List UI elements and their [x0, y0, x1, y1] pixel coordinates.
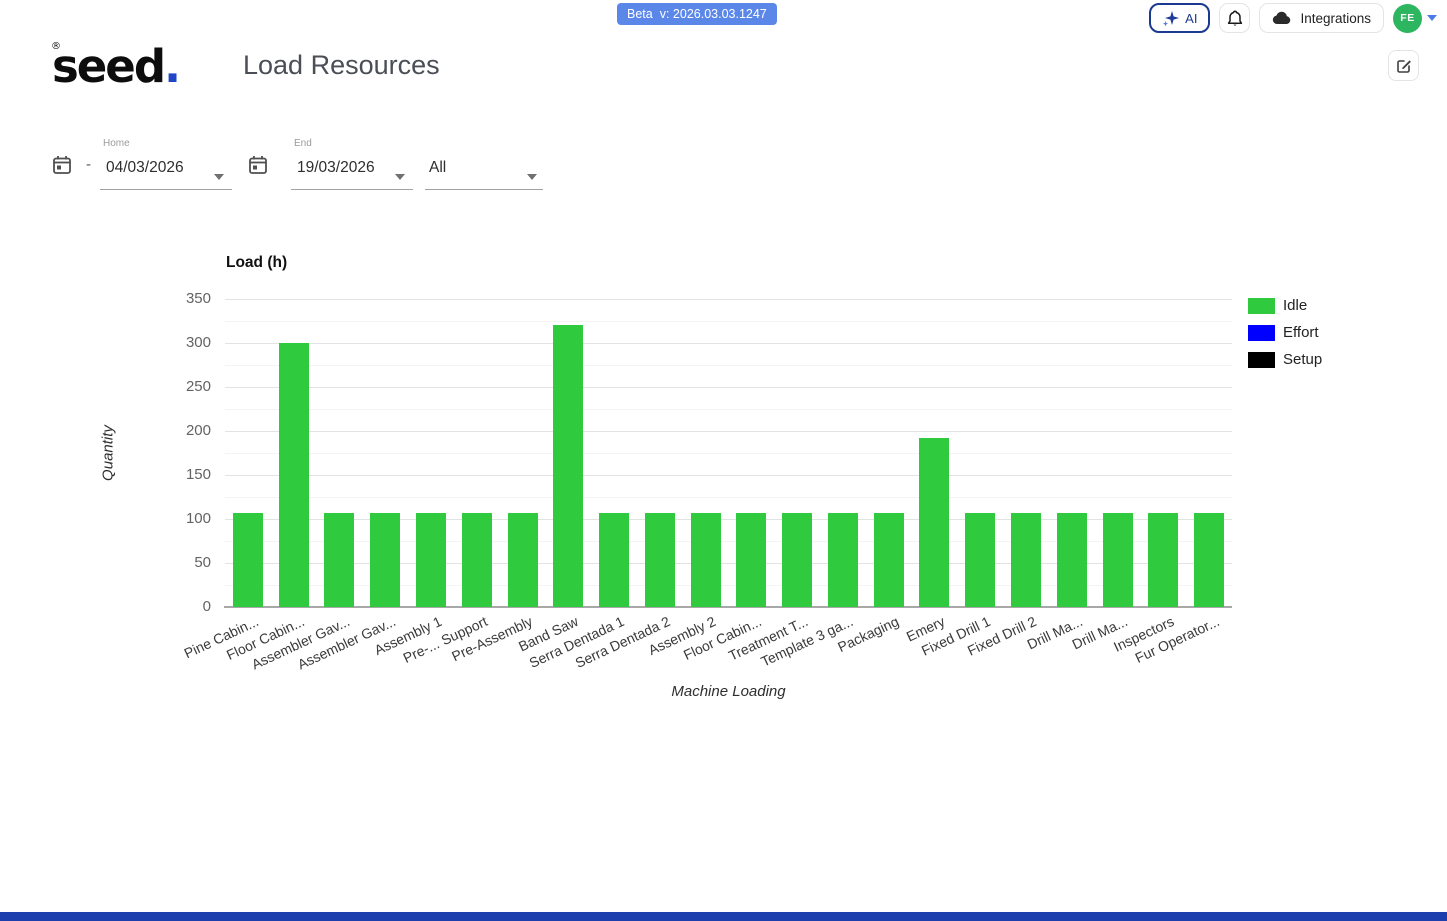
legend-swatch	[1248, 325, 1275, 341]
bar-idle[interactable]	[233, 513, 263, 607]
legend-item-effort[interactable]: Effort	[1248, 324, 1322, 341]
major-gridline	[225, 431, 1232, 432]
major-gridline	[225, 299, 1232, 300]
minor-gridline	[225, 497, 1232, 498]
bar-idle[interactable]	[782, 513, 812, 607]
legend-label: Idle	[1283, 297, 1307, 314]
bar-idle[interactable]	[324, 513, 354, 607]
minor-gridline	[225, 365, 1232, 366]
chart-legend: Idle Effort Setup	[1248, 297, 1322, 378]
y-axis-tick-label: 350	[151, 290, 211, 307]
bar-idle[interactable]	[919, 438, 949, 607]
bar-idle[interactable]	[370, 513, 400, 607]
bar-idle[interactable]	[1194, 513, 1224, 607]
legend-item-setup[interactable]: Setup	[1248, 351, 1322, 368]
minor-gridline	[225, 409, 1232, 410]
bar-idle[interactable]	[736, 513, 766, 607]
major-gridline	[225, 387, 1232, 388]
minor-gridline	[225, 453, 1232, 454]
legend-item-idle[interactable]: Idle	[1248, 297, 1322, 314]
bar-idle[interactable]	[691, 513, 721, 607]
bar-idle[interactable]	[508, 513, 538, 607]
bar-chart: 050100150200250300350Pine Cabin...Floor …	[0, 0, 1447, 921]
bar-idle[interactable]	[1148, 513, 1178, 607]
bar-idle[interactable]	[279, 343, 309, 607]
y-axis-tick-label: 300	[151, 334, 211, 351]
bar-idle[interactable]	[416, 513, 446, 607]
legend-label: Effort	[1283, 324, 1319, 341]
bar-idle[interactable]	[874, 513, 904, 607]
bar-idle[interactable]	[828, 513, 858, 607]
load-resources-page: Beta v: 2026.03.03.1247 AI	[0, 0, 1447, 921]
major-gridline	[225, 343, 1232, 344]
bar-idle[interactable]	[553, 325, 583, 607]
bar-idle[interactable]	[965, 513, 995, 607]
major-gridline	[225, 475, 1232, 476]
y-axis-tick-label: 200	[151, 422, 211, 439]
y-axis-tick-label: 50	[151, 554, 211, 571]
legend-label: Setup	[1283, 351, 1322, 368]
minor-gridline	[225, 321, 1232, 322]
bar-idle[interactable]	[462, 513, 492, 607]
bar-idle[interactable]	[1057, 513, 1087, 607]
legend-swatch	[1248, 352, 1275, 368]
legend-swatch	[1248, 298, 1275, 314]
y-axis-tick-label: 150	[151, 466, 211, 483]
bar-idle[interactable]	[1011, 513, 1041, 607]
footer-bar	[0, 912, 1447, 921]
y-axis-tick-label: 250	[151, 378, 211, 395]
y-axis-tick-label: 0	[151, 598, 211, 615]
bar-idle[interactable]	[645, 513, 675, 607]
y-axis-tick-label: 100	[151, 510, 211, 527]
bar-idle[interactable]	[599, 513, 629, 607]
bar-idle[interactable]	[1103, 513, 1133, 607]
